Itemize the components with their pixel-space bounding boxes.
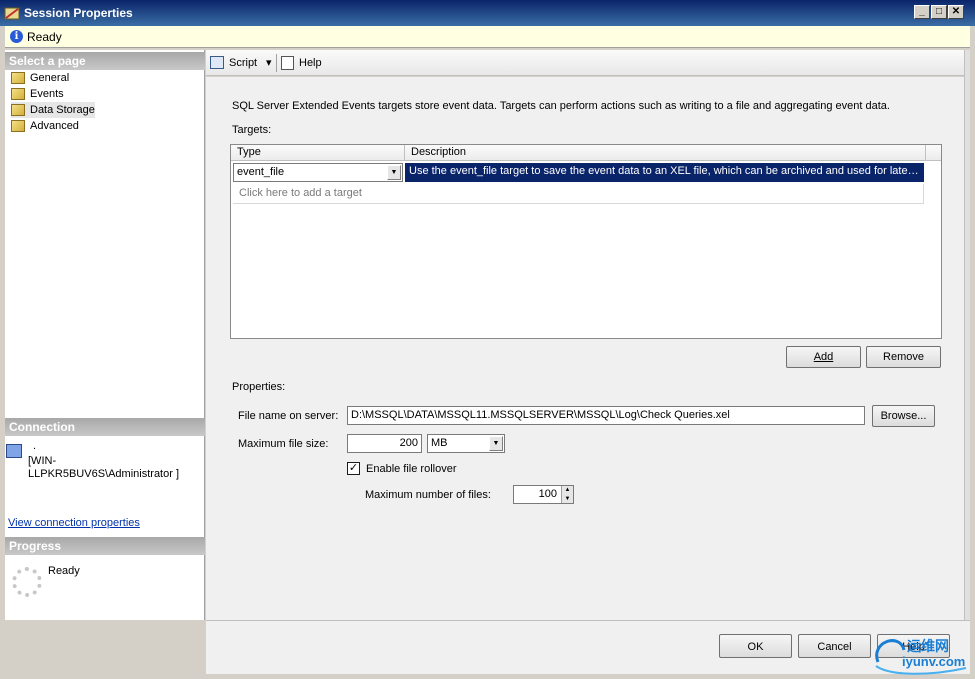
minimize-button[interactable]: _ xyxy=(914,5,930,19)
info-icon: i xyxy=(10,30,23,43)
size-unit-value: MB xyxy=(431,437,448,449)
max-file-size-label: Maximum file size: xyxy=(238,438,329,450)
view-connection-properties-link[interactable]: View connection properties xyxy=(8,517,140,529)
col-header-description[interactable]: Description xyxy=(405,145,926,161)
page-icon xyxy=(11,72,25,84)
help-toolbar-label: Help xyxy=(299,57,322,69)
page-selector-pane: Select a page General Events Data Storag… xyxy=(5,50,205,620)
watermark-text-en: iyunv.com xyxy=(902,654,966,669)
max-file-size-input[interactable]: 200 xyxy=(347,434,422,453)
progress-spinner-icon xyxy=(12,567,42,597)
col-header-type[interactable]: Type xyxy=(231,145,405,161)
server-connection-icon xyxy=(6,444,22,458)
targets-label: Targets: xyxy=(232,124,272,136)
page-label: Data Storage xyxy=(30,104,95,116)
file-name-label: File name on server: xyxy=(238,410,339,422)
add-button[interactable]: Add xyxy=(786,346,861,368)
ok-button[interactable]: OK xyxy=(719,634,792,658)
chevron-down-icon[interactable]: ▼ xyxy=(387,165,401,180)
chevron-down-icon[interactable]: ▼ xyxy=(489,436,503,451)
rollover-label[interactable]: Enable file rollover xyxy=(366,463,457,475)
maximize-button[interactable]: □ xyxy=(931,5,947,19)
target-description-cell[interactable]: Use the event_file target to save the ev… xyxy=(405,163,924,182)
chevron-down-icon: ▾ xyxy=(266,57,272,69)
file-name-input[interactable]: D:\MSSQL\DATA\MSSQL11.MSSQLSERVER\MSSQL\… xyxy=(347,406,865,425)
page-icon xyxy=(11,88,25,100)
script-icon xyxy=(210,56,224,69)
help-toolbar-button[interactable]: Help xyxy=(281,54,325,72)
progress-status: Ready xyxy=(48,565,80,577)
script-label: Script xyxy=(229,57,258,69)
toolbar-divider xyxy=(276,54,277,72)
properties-label: Properties: xyxy=(232,381,286,393)
watermark-text-cn: 运维网 xyxy=(907,638,949,654)
spin-up-icon[interactable]: ▲ xyxy=(561,486,573,495)
rollover-checkbox[interactable]: ✓ xyxy=(347,462,360,475)
status-text: Ready xyxy=(27,30,62,44)
col-header-filler xyxy=(926,145,941,161)
remove-label: Remove xyxy=(883,351,924,363)
page-label: Events xyxy=(30,88,64,100)
window-title: Session Properties xyxy=(24,6,133,20)
add-target-row[interactable]: Click here to add a target xyxy=(233,184,924,204)
title-bar[interactable] xyxy=(0,0,975,26)
cancel-button[interactable]: Cancel xyxy=(798,634,871,658)
select-page-header: Select a page xyxy=(5,52,205,70)
page-icon xyxy=(11,104,25,116)
max-files-value: 100 xyxy=(538,488,557,500)
close-button[interactable]: ✕ xyxy=(948,5,964,19)
page-advanced[interactable]: Advanced xyxy=(11,118,79,134)
page-general[interactable]: General xyxy=(11,70,69,86)
help-icon xyxy=(281,56,294,70)
spin-down-icon[interactable]: ▼ xyxy=(561,495,573,503)
page-label: General xyxy=(30,72,70,84)
size-unit-select[interactable]: MB ▼ xyxy=(427,434,505,453)
intro-text: SQL Server Extended Events targets store… xyxy=(232,100,890,112)
toolbar: Script ▾ Help xyxy=(206,50,970,76)
add-label: Add xyxy=(813,351,834,363)
max-files-input[interactable]: 100 ▲ ▼ xyxy=(513,485,574,504)
connection-server: . xyxy=(33,440,37,452)
vertical-scrollbar[interactable] xyxy=(964,50,970,620)
target-type-value: event_file xyxy=(237,166,285,178)
max-files-label: Maximum number of files: xyxy=(365,489,491,501)
page-data-storage[interactable]: Data Storage xyxy=(11,102,95,118)
app-icon xyxy=(4,5,20,21)
page-events[interactable]: Events xyxy=(11,86,64,102)
connection-user: [WIN-LLPKR5BUV6S\Administrator ] xyxy=(28,455,180,480)
remove-button[interactable]: Remove xyxy=(866,346,941,368)
page-icon xyxy=(11,120,25,132)
browse-button[interactable]: Browse... xyxy=(872,405,935,427)
bottom-left-area xyxy=(5,620,206,674)
page-label: Advanced xyxy=(30,120,79,132)
script-button[interactable]: Script ▾ xyxy=(210,54,272,72)
connection-header: Connection xyxy=(5,418,205,436)
targets-grid[interactable]: Type Description event_file ▼ Use the ev… xyxy=(230,144,942,339)
target-type-combo[interactable]: event_file ▼ xyxy=(233,163,403,182)
browse-label: Browse... xyxy=(880,410,927,422)
progress-header: Progress xyxy=(5,537,205,555)
status-strip: i Ready xyxy=(5,26,970,48)
